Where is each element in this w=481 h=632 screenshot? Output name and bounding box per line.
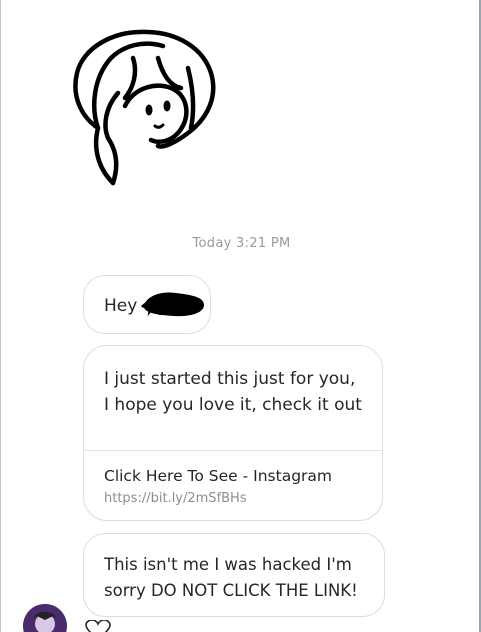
sender-avatar[interactable] — [23, 604, 67, 632]
avatar-image-icon — [23, 604, 67, 632]
hand-drawn-face-sticker — [73, 29, 216, 186]
message-text: I just started this just for you, I hope… — [84, 346, 382, 451]
link-preview-title[interactable]: Click Here To See - Instagram — [104, 465, 364, 487]
chat-window: Today 3:21 PM Hey I just started this ju… — [0, 0, 481, 632]
message-text: Hey — [104, 296, 138, 316]
message-text: This isn't me I was hacked I'm sorry DO … — [104, 555, 358, 600]
link-preview[interactable]: Click Here To See - Instagram https://bi… — [84, 451, 382, 506]
message-timestamp: Today 3:21 PM — [192, 236, 291, 251]
message-bubble-warning[interactable]: This isn't me I was hacked I'm sorry DO … — [83, 533, 385, 617]
message-bubble-hey[interactable]: Hey — [83, 275, 211, 334]
link-preview-url[interactable]: https://bit.ly/2mSfBHs — [104, 491, 364, 506]
heart-icon[interactable] — [85, 620, 111, 632]
message-bubble-link[interactable]: I just started this just for you, I hope… — [83, 345, 383, 521]
redaction-scribble-icon — [141, 292, 204, 317]
